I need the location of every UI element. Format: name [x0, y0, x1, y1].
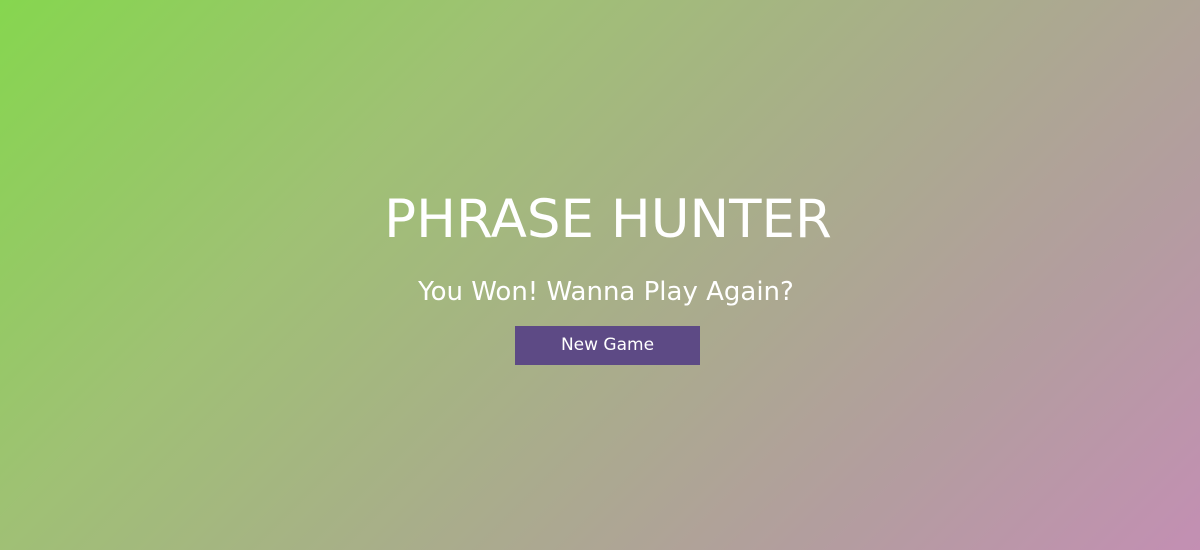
game-title: PHRASE HUNTER — [384, 189, 832, 250]
new-game-button[interactable]: New Game — [515, 326, 700, 365]
game-result-message: You Won! Wanna Play Again? — [418, 277, 794, 307]
game-over-overlay: PHRASE HUNTER You Won! Wanna Play Again?… — [0, 0, 1200, 550]
